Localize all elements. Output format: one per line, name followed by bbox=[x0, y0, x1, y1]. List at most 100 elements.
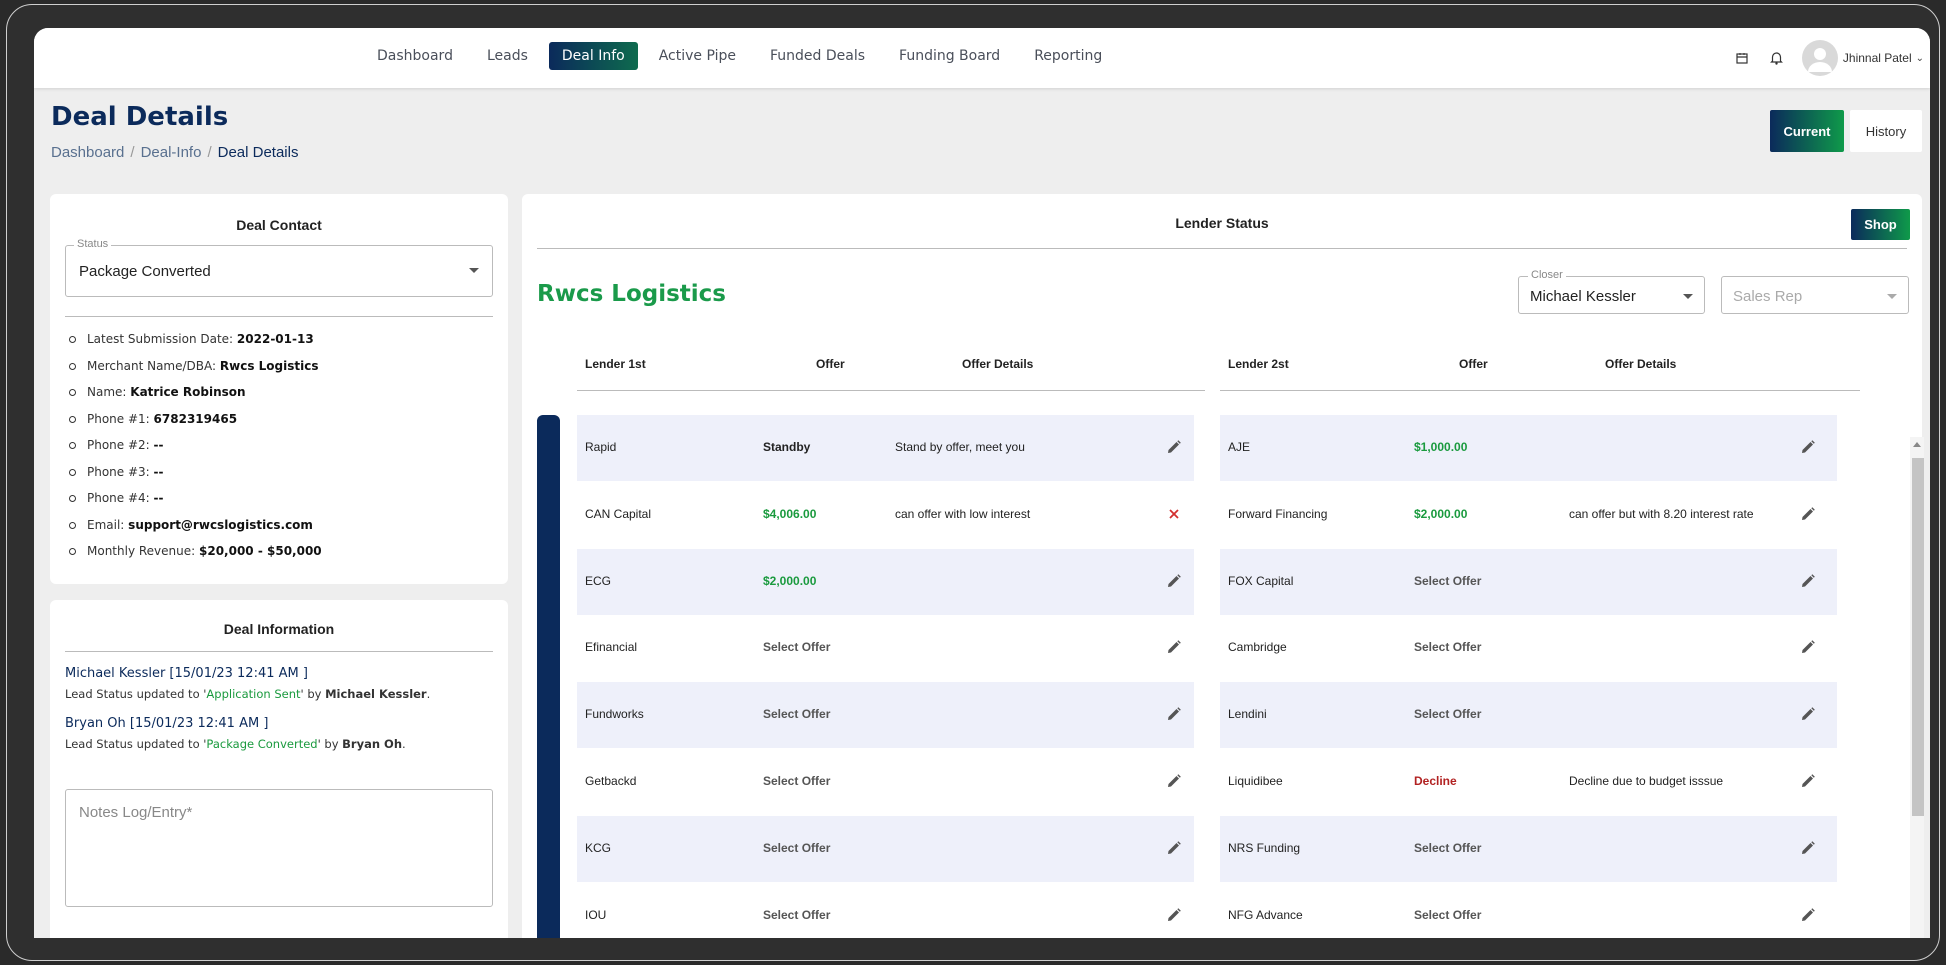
offer-value[interactable]: $4,006.00 bbox=[763, 507, 816, 521]
offer-value[interactable]: Select Offer bbox=[1414, 908, 1481, 922]
sales-rep-select[interactable]: Sales Rep bbox=[1721, 276, 1909, 314]
offer-value[interactable]: Select Offer bbox=[1414, 640, 1481, 654]
list-item: Phone #3: -- bbox=[66, 464, 496, 491]
lender-name: NRS Funding bbox=[1228, 840, 1301, 855]
history-button[interactable]: History bbox=[1850, 110, 1922, 152]
lender-name: KCG bbox=[585, 840, 612, 855]
table-row: Fundworks Select Offer bbox=[577, 682, 1194, 749]
table-row: NRS Funding Select Offer bbox=[1220, 815, 1837, 882]
offer-value[interactable]: $2,000.00 bbox=[763, 574, 816, 588]
log-author: Bryan Oh [15/01/23 12:41 AM ] bbox=[65, 716, 269, 731]
offer-value[interactable]: Select Offer bbox=[1414, 574, 1481, 588]
vertical-scrollbar[interactable] bbox=[1910, 437, 1924, 938]
offer-value[interactable]: Decline bbox=[1414, 774, 1457, 788]
edit-icon[interactable] bbox=[1164, 571, 1184, 591]
lender-name: Getbackd bbox=[585, 774, 637, 788]
shop-button[interactable]: Shop bbox=[1851, 209, 1910, 240]
col-header-offer-details-2: Offer Details bbox=[1605, 357, 1677, 371]
notes-textarea[interactable]: Notes Log/Entry* bbox=[65, 789, 493, 907]
breadcrumb-deal-info[interactable]: Deal-Info bbox=[141, 144, 202, 161]
deal-information-title: Deal Information bbox=[223, 621, 335, 637]
offer-value[interactable]: Standby bbox=[763, 440, 810, 454]
contact-info-list: Latest Submission Date: 2022-01-13 Merch… bbox=[66, 331, 496, 570]
deal-contact-card: Deal Contact Status Package Converted La… bbox=[50, 194, 508, 584]
caret-down-icon bbox=[1683, 294, 1693, 299]
breadcrumb-current: Deal Details bbox=[217, 144, 299, 161]
offer-value[interactable]: Select Offer bbox=[763, 841, 830, 855]
page-title: Deal Details bbox=[51, 102, 229, 132]
col-header-offer-1: Offer bbox=[816, 357, 845, 371]
offer-value[interactable]: Select Offer bbox=[1414, 707, 1481, 721]
lender-name: IOU bbox=[585, 907, 607, 922]
offer-value[interactable]: Select Offer bbox=[763, 774, 830, 788]
status-select[interactable]: Status Package Converted bbox=[65, 238, 493, 297]
edit-icon[interactable] bbox=[1164, 838, 1184, 858]
scroll-thumb[interactable] bbox=[1912, 458, 1924, 816]
table-row: IOU Select Offer bbox=[577, 883, 1194, 938]
user-name[interactable]: Jhinnal Patel bbox=[1843, 51, 1912, 65]
edit-icon[interactable] bbox=[1798, 771, 1818, 791]
edit-icon[interactable] bbox=[1798, 571, 1818, 591]
nav-right: Jhinnal Patel ⌄ bbox=[1732, 28, 1930, 88]
offer-value[interactable]: $1,000.00 bbox=[1414, 440, 1467, 454]
edit-icon[interactable] bbox=[1164, 905, 1184, 925]
col-header-offer-2: Offer bbox=[1459, 357, 1488, 371]
lender-name: Rapid bbox=[585, 440, 617, 454]
col-header-offer-details-1: Offer Details bbox=[962, 357, 1034, 371]
offer-value[interactable]: Select Offer bbox=[763, 640, 830, 654]
nav-active-pipe[interactable]: Active Pipe bbox=[646, 42, 749, 70]
current-button[interactable]: Current bbox=[1770, 110, 1844, 152]
table-row: Cambridge Select Offer bbox=[1220, 615, 1837, 681]
edit-icon[interactable] bbox=[1798, 437, 1818, 457]
table-row: Getbackd Select Offer bbox=[577, 749, 1194, 815]
breadcrumb: Dashboard / Deal-Info / Deal Details bbox=[51, 144, 299, 161]
edit-icon[interactable] bbox=[1798, 637, 1818, 657]
closer-label: Closer bbox=[1528, 269, 1566, 281]
nav-funded-deals[interactable]: Funded Deals bbox=[757, 42, 878, 70]
edit-icon[interactable] bbox=[1798, 704, 1818, 724]
edit-icon[interactable] bbox=[1164, 437, 1184, 457]
edit-icon[interactable] bbox=[1164, 637, 1184, 657]
breadcrumb-dashboard[interactable]: Dashboard bbox=[51, 144, 124, 161]
close-icon[interactable] bbox=[1164, 504, 1184, 524]
calendar-icon[interactable] bbox=[1732, 48, 1752, 68]
table-row: FOX Capital Select Offer bbox=[1220, 548, 1837, 615]
scroll-up-icon[interactable] bbox=[1913, 442, 1921, 447]
lender-status-card: Lender Status Shop Rwcs Logistics Closer… bbox=[522, 194, 1924, 938]
col-header-lender-1st: Lender 1st bbox=[585, 357, 646, 371]
offer-value[interactable]: Select Offer bbox=[763, 707, 830, 721]
lender-name: NFG Advance bbox=[1228, 907, 1303, 922]
offer-details: can offer but with 8.20 interest rate bbox=[1569, 506, 1754, 521]
status-value: Package Converted bbox=[79, 263, 211, 280]
nav-reporting[interactable]: Reporting bbox=[1021, 42, 1115, 70]
nav-deal-info[interactable]: Deal Info bbox=[548, 42, 638, 70]
nav-links: Dashboard Leads Deal Info Active Pipe Fu… bbox=[364, 42, 1123, 70]
table-row: ECG $2,000.00 bbox=[577, 548, 1194, 615]
edit-icon[interactable] bbox=[1798, 905, 1818, 925]
lender-name: Liquidibee bbox=[1228, 774, 1283, 788]
edit-icon[interactable] bbox=[1798, 504, 1818, 524]
offer-value[interactable]: $2,000.00 bbox=[1414, 507, 1467, 521]
log-entry: Bryan Oh [15/01/23 12:41 AM ] Lead Statu… bbox=[65, 716, 406, 751]
list-item: Latest Submission Date: 2022-01-13 bbox=[66, 331, 496, 358]
nav-leads[interactable]: Leads bbox=[474, 42, 541, 70]
edit-icon[interactable] bbox=[1164, 771, 1184, 791]
chevron-down-icon[interactable]: ⌄ bbox=[1916, 53, 1924, 64]
edit-icon[interactable] bbox=[1798, 838, 1818, 858]
list-item: Merchant Name/DBA: Rwcs Logistics bbox=[66, 358, 496, 385]
bell-icon[interactable] bbox=[1767, 48, 1787, 68]
offer-details: Stand by offer, meet you bbox=[895, 440, 1025, 454]
offer-value[interactable]: Select Offer bbox=[763, 908, 830, 922]
avatar[interactable] bbox=[1801, 40, 1838, 76]
edit-icon[interactable] bbox=[1164, 704, 1184, 724]
list-item: Phone #4: -- bbox=[66, 490, 496, 517]
lender-name: AJE bbox=[1228, 440, 1251, 454]
log-text: Lead Status updated to 'Application Sent… bbox=[65, 687, 431, 701]
closer-select[interactable]: Closer Michael Kessler bbox=[1518, 269, 1705, 314]
table-row: KCG Select Offer bbox=[577, 815, 1194, 882]
nav-funding-board[interactable]: Funding Board bbox=[886, 42, 1013, 70]
table-row: Efinancial Select Offer bbox=[577, 615, 1194, 681]
table-row: Forward Financing $2,000.00 can offer but … bbox=[1220, 482, 1837, 548]
nav-dashboard[interactable]: Dashboard bbox=[364, 42, 466, 70]
offer-value[interactable]: Select Offer bbox=[1414, 841, 1481, 855]
